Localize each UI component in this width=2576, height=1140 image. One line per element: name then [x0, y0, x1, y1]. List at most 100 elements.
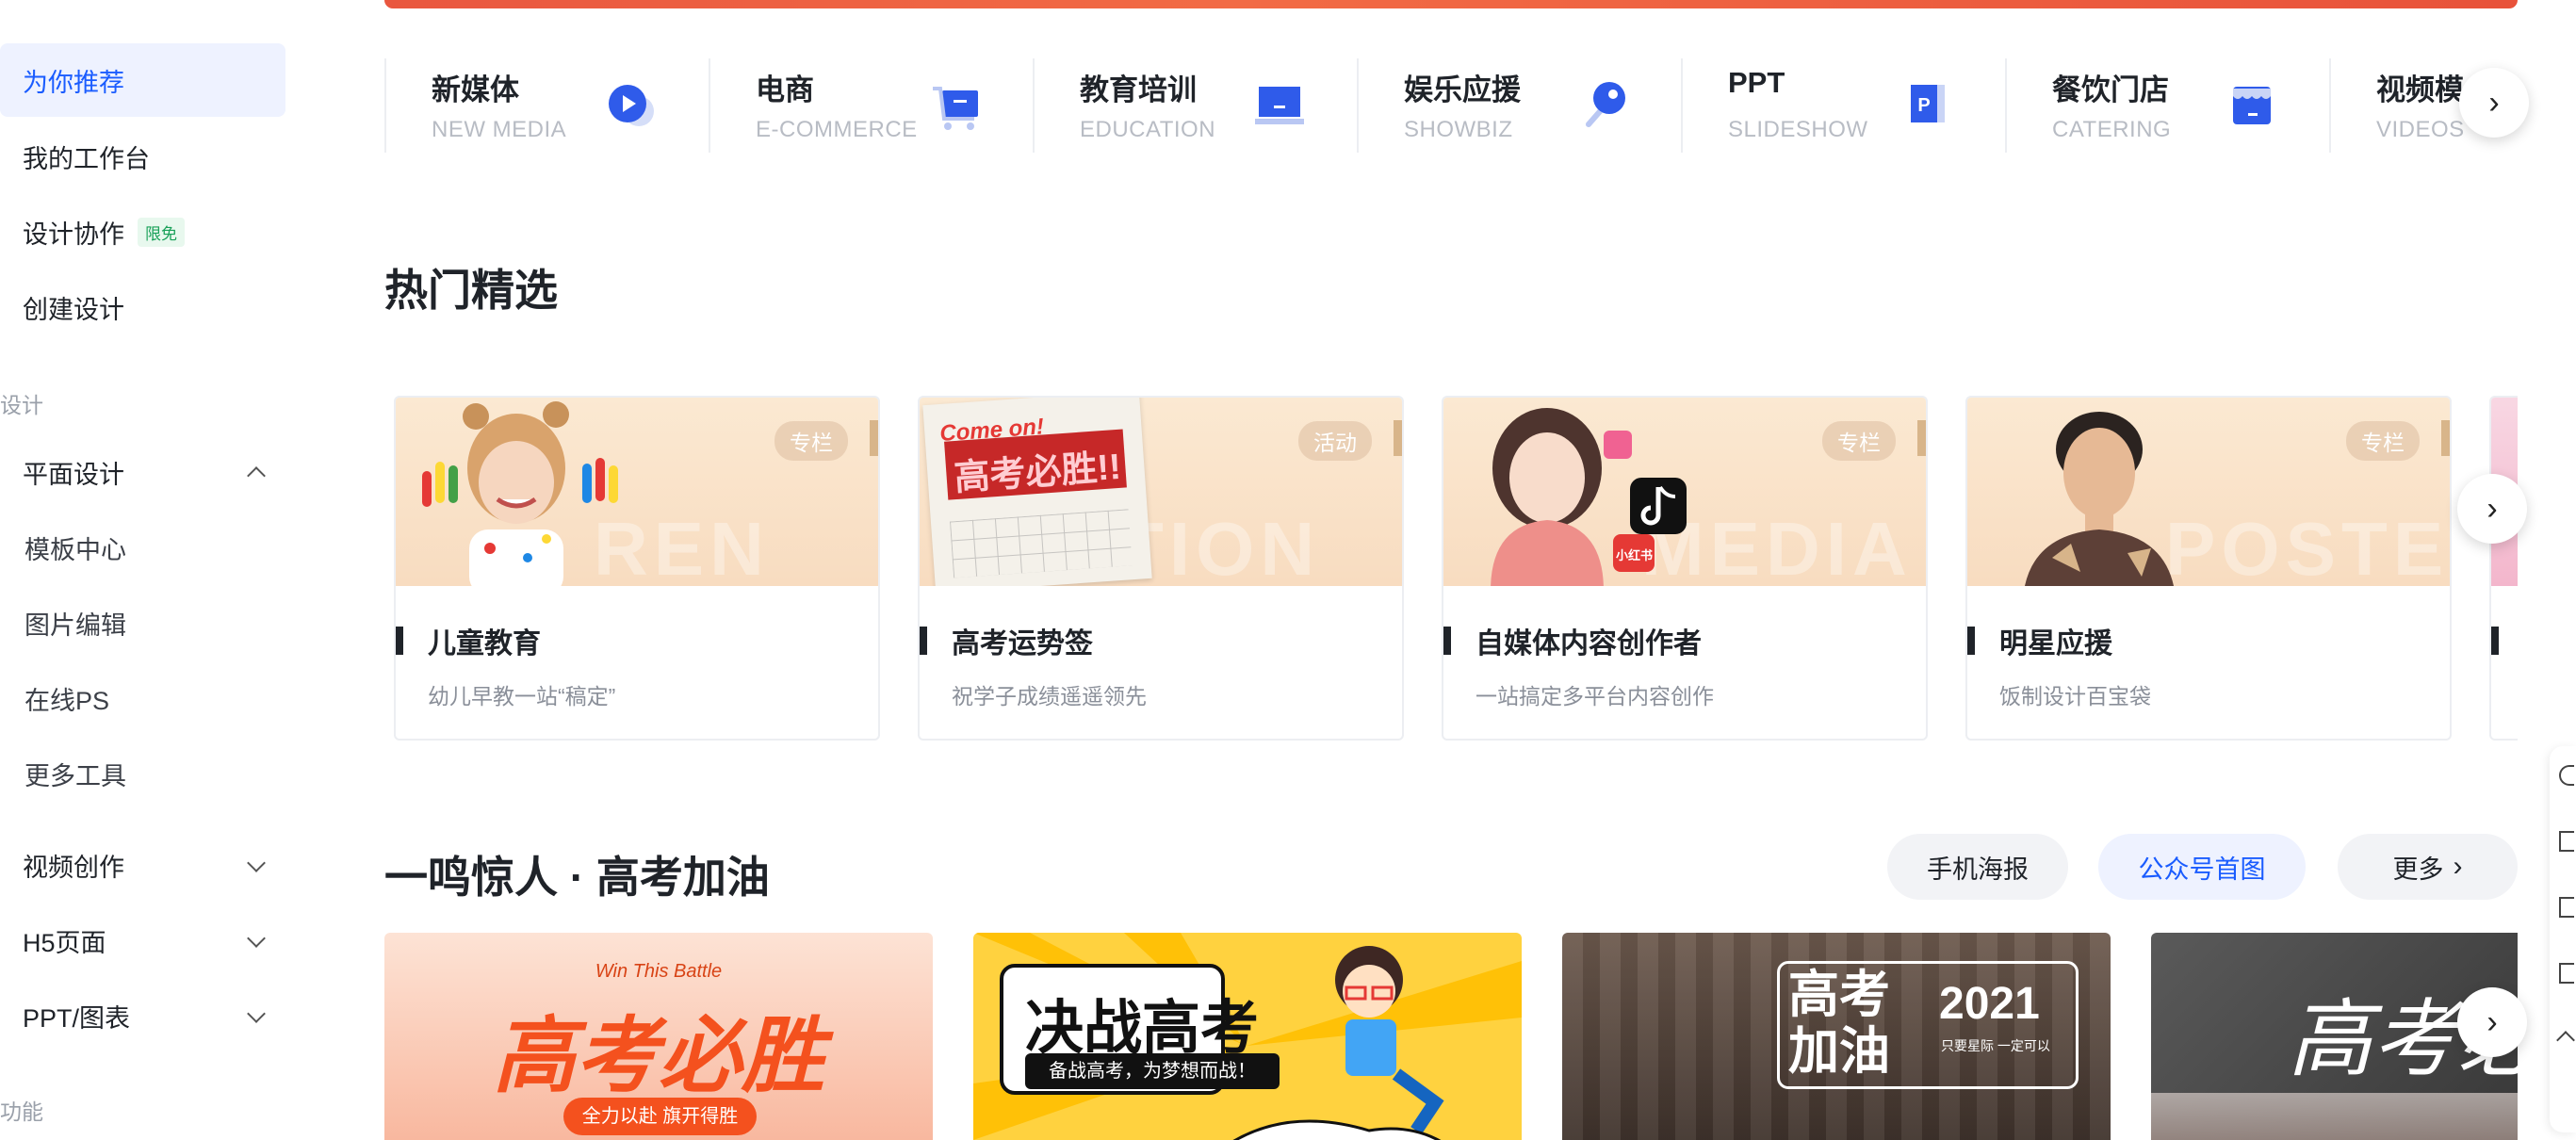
category-showbiz[interactable]: 娱乐应援 SHOWBIZ: [1357, 58, 1681, 153]
category-title: 新媒体: [432, 73, 519, 106]
section-label-features: 功能: [0, 1099, 43, 1124]
store-icon: [2233, 87, 2271, 124]
answer-grid: [949, 509, 1133, 578]
category-subtitle: VIDEOS: [2376, 117, 2465, 142]
category-catering[interactable]: 餐饮门店 CATERING: [2005, 58, 2329, 153]
card-image: REN 专栏: [396, 398, 878, 586]
nav-item-collab[interactable]: 设计协作 限免: [0, 195, 285, 269]
category-title: PPT: [1728, 66, 1785, 99]
sub-item-online-ps[interactable]: 在线PS: [24, 680, 109, 717]
hot-card-self-media[interactable]: MEDIA 小红书 专栏 自媒体内容创作者 一站搞定多平台内容创作: [1442, 396, 1928, 741]
phone-icon[interactable]: [2559, 963, 2574, 984]
tab-wechat-cover[interactable]: 公众号首图: [2098, 834, 2306, 900]
lollipop-icon: [1586, 82, 1625, 127]
nav-label: 为你推荐: [23, 68, 124, 97]
category-subtitle: E-COMMERCE: [756, 117, 918, 142]
card-tag-accent: [870, 420, 878, 456]
headset-icon[interactable]: [2559, 831, 2574, 852]
poster-year-text: 2021: [1939, 979, 2040, 1029]
chevron-right-icon: ›: [2453, 851, 2463, 882]
poster-gaokao-win[interactable]: Win This Battle 高考必胜 全力以赴 旗开得胜: [384, 933, 933, 1140]
card-image: MEDIA 小红书 专栏: [1443, 398, 1926, 586]
card-description: 幼儿早教一站“稿定”: [428, 684, 616, 708]
poster-main-text: 高考加油: [1788, 967, 1890, 1080]
hot-card-partial[interactable]: [2489, 396, 2518, 741]
free-badge: 限免: [138, 217, 185, 247]
poster-next-button[interactable]: ›: [2457, 987, 2527, 1057]
hot-next-button[interactable]: ›: [2457, 474, 2527, 544]
more-button[interactable]: 更多 ›: [2338, 834, 2518, 900]
category-subtitle: SLIDESHOW: [1728, 117, 1868, 142]
poster-main-text: 高考必胜: [492, 1009, 824, 1102]
paper-sheet: Come on! 高考必胜!!: [922, 398, 1152, 586]
card-tag: 专栏: [2346, 421, 2420, 461]
more-label: 更多: [2392, 855, 2444, 884]
card-title-accent: [2491, 627, 2499, 655]
nav-item-recommend[interactable]: 为你推荐: [0, 43, 285, 117]
group-ppt[interactable]: PPT/图表: [23, 998, 266, 1034]
poster-bottom-text: 备战高考，为梦想而战！: [1025, 1053, 1280, 1089]
hot-cards-carousel: REN 专栏 儿童教育 幼儿早教一站“稿定” TION Come on! 高考必…: [394, 396, 2518, 744]
category-subtitle: CATERING: [2052, 117, 2172, 142]
card-tag-accent: [2441, 420, 2450, 456]
nav-item-workspace[interactable]: 我的工作台: [0, 120, 285, 193]
poster-carousel: Win This Battle 高考必胜 全力以赴 旗开得胜 决战高考 备战高考…: [384, 933, 2518, 1140]
poster-decisive-battle[interactable]: 决战高考 备战高考，为梦想而战！: [973, 933, 1522, 1140]
sub-item-templates[interactable]: 模板中心: [24, 529, 126, 566]
help-icon[interactable]: [2559, 765, 2574, 786]
group-label: 平面设计: [23, 461, 124, 489]
sub-item-more-tools[interactable]: 更多工具: [24, 756, 126, 792]
group-label: H5页面: [23, 929, 106, 957]
poster-top-text: Win This Battle: [595, 961, 723, 982]
category-ppt[interactable]: PPT SLIDESHOW P: [1681, 58, 2005, 153]
document-icon[interactable]: [2559, 897, 2574, 918]
card-tag-accent: [1394, 420, 1402, 456]
woman-photo-icon: [1491, 408, 1687, 586]
category-title: 餐饮门店: [2052, 73, 2169, 106]
category-new-media[interactable]: 新媒体 NEW MEDIA: [384, 58, 709, 153]
tab-phone-poster[interactable]: 手机海报: [1887, 834, 2068, 900]
nav-item-create[interactable]: 创建设计: [0, 270, 285, 344]
poster-small-text: 只要星际 一定可以: [1941, 1038, 2050, 1053]
poster-main-text: 决战高考: [1025, 996, 1260, 1061]
chevron-down-icon: [247, 853, 266, 872]
back-to-top-icon[interactable]: [2556, 1031, 2575, 1050]
group-h5[interactable]: H5页面: [23, 922, 266, 959]
card-tag: 活动: [1298, 421, 1372, 461]
hot-card-kids-education[interactable]: REN 专栏 儿童教育 幼儿早教一站“稿定”: [394, 396, 880, 741]
poster-bottom-text: 全力以赴 旗开得胜: [563, 1098, 757, 1135]
child-photo-icon: [422, 401, 618, 586]
section-title-hot: 热门精选: [384, 266, 558, 315]
group-video[interactable]: 视频创作: [23, 847, 266, 884]
card-tag-accent: [1917, 420, 1926, 456]
hot-card-gaokao-fortune[interactable]: TION Come on! 高考必胜!! 活动 高考运势签 祝学子成绩遥遥领先: [918, 396, 1404, 741]
chevron-down-icon: [247, 928, 266, 948]
group-label: PPT/图表: [23, 1004, 131, 1033]
section-title-gaokao: 一鸣惊人 · 高考加油: [384, 853, 770, 902]
card-title-accent: [1443, 627, 1451, 655]
category-ecommerce[interactable]: 电商 E-COMMERCE: [709, 58, 1033, 153]
category-title: 教育培训: [1080, 73, 1197, 106]
card-image: TION Come on! 高考必胜!! 活动: [920, 398, 1402, 586]
cart-icon: [933, 87, 978, 130]
card-title: 明星应援: [1999, 628, 2112, 660]
card-title-accent: [1967, 627, 1975, 655]
card-image: POSTER 专栏: [1967, 398, 2450, 586]
section-label-design: 设计: [0, 393, 43, 417]
hot-card-star-support[interactable]: POSTER 专栏 明星应援 饭制设计百宝袋: [1965, 396, 2452, 741]
category-title: 娱乐应援: [1404, 73, 1521, 106]
category-title: 电商: [756, 73, 814, 106]
category-education[interactable]: 教育培训 EDUCATION: [1033, 58, 1357, 153]
category-subtitle: EDUCATION: [1080, 117, 1216, 142]
top-banner[interactable]: [384, 0, 2518, 8]
play-chat-icon: [609, 85, 654, 126]
poster-gaokao-2021[interactable]: 高考加油 2021 只要星际 一定可以: [1562, 933, 2111, 1140]
group-graphic-design[interactable]: 平面设计: [23, 454, 266, 491]
card-title-accent: [396, 627, 403, 655]
card-watermark: POSTER: [2165, 507, 2450, 586]
card-image-text: 高考必胜!!: [953, 447, 1123, 499]
svg-text:P: P: [1917, 95, 1930, 116]
chevron-down-icon: [247, 1003, 266, 1023]
sub-item-image-edit[interactable]: 图片编辑: [24, 605, 126, 642]
category-next-button[interactable]: ›: [2459, 68, 2529, 138]
